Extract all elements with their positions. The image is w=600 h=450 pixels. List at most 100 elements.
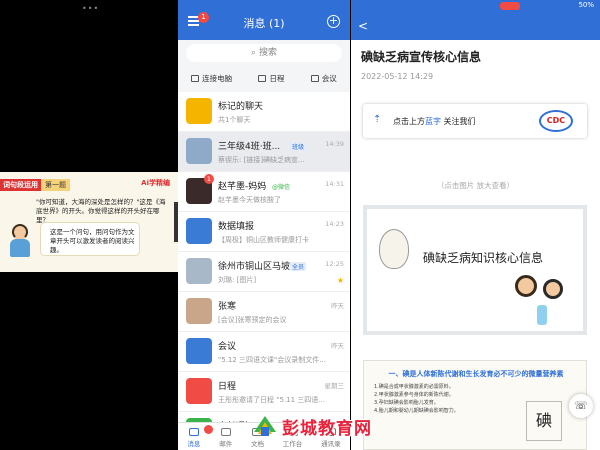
tab-label: 消息 bbox=[187, 440, 201, 448]
star-icon: ★ bbox=[336, 276, 344, 285]
chat-tag: @微信 bbox=[272, 184, 291, 191]
watermark-logo-icon bbox=[254, 416, 276, 436]
watermark-text: 彭城教育网 bbox=[282, 419, 372, 439]
chat-list: 标记的聊天 共1个聊天 三年级4班·班... 蔡锲乐: [链接]碘缺乏病宣... 14:… bbox=[178, 92, 350, 450]
tab-icon bbox=[220, 428, 231, 436]
lesson-header: 词句段运用 第一题 bbox=[0, 178, 70, 192]
chat-avatar bbox=[186, 138, 212, 164]
chat-row[interactable]: 标记的聊天共1个聊天 bbox=[178, 92, 350, 132]
chat-time: 昨天 bbox=[331, 302, 344, 310]
chat-preview: 【周极】铜山区教师健康打卡 bbox=[218, 236, 309, 244]
boy-illustration bbox=[543, 279, 563, 299]
click-hint: （点击图片 放大查看） bbox=[436, 181, 515, 190]
follow-text: 点击上方蓝字 关注我们 bbox=[393, 117, 476, 126]
chat-name: 会议 bbox=[218, 342, 237, 352]
tab-icon bbox=[188, 428, 199, 436]
messages-header: 1 消息 (1) + bbox=[178, 0, 350, 40]
messages-title: 消息 (1) bbox=[243, 17, 285, 30]
chat-time: 星期三 bbox=[324, 382, 345, 390]
messages-pane: 1 消息 (1) + ⌕ 搜索 连接电脑 日程 会议 标记的聊天 共1个聊天 三年级… bbox=[178, 0, 350, 450]
status-bar: 50% bbox=[351, 0, 600, 12]
chat-row[interactable]: 张寒 [会议]张寒预定的会议 昨天 bbox=[178, 292, 350, 332]
chat-name: 标记的聊天 bbox=[218, 102, 264, 112]
poster-image[interactable]: 碘缺乏病知识核心信息 bbox=[363, 205, 587, 335]
video-topbar: ••• bbox=[0, 0, 178, 14]
schedule-button[interactable]: 日程 bbox=[258, 73, 284, 84]
poster2-text: 1.碘是合成甲状腺激素的必需原料。 2.甲状腺激素参与身体的新陈代谢。 3.孕妇… bbox=[374, 384, 459, 414]
meeting-icon bbox=[310, 74, 319, 82]
poster2-title: 一、碘是人体新陈代谢和生长发育必不可少的微量营养素 bbox=[388, 370, 564, 378]
chat-avatar bbox=[186, 338, 212, 364]
chat-row[interactable]: 数据填报【周极】铜山区教师健康打卡 14:23 bbox=[178, 212, 350, 252]
chat-name: 日程 bbox=[218, 382, 237, 392]
chat-time: 14:23 bbox=[325, 220, 344, 228]
chat-tag: 班级 bbox=[290, 142, 307, 151]
chat-preview: 共1个聊天 bbox=[218, 116, 251, 124]
connect-pc-button[interactable]: 连接电脑 bbox=[191, 73, 232, 84]
tab-0[interactable]: 消息 bbox=[187, 428, 200, 448]
chat-time: 14:39 bbox=[325, 140, 344, 148]
follow-card[interactable]: ⇡ 点击上方蓝字 关注我们 CDC bbox=[363, 104, 587, 138]
article-date: 2022-05-12 14:29 bbox=[361, 72, 434, 81]
lesson-logo: Ai学精编 bbox=[141, 179, 170, 187]
chat-name: 赵芊墨-妈妈 bbox=[218, 182, 267, 192]
tab-1[interactable]: 邮件 bbox=[219, 428, 232, 448]
back-icon[interactable]: < bbox=[358, 19, 368, 33]
chat-preview: [会议]张寒预定的会议 bbox=[218, 316, 287, 324]
chat-avatar bbox=[186, 378, 212, 404]
cdc-logo: CDC bbox=[539, 110, 573, 132]
bottle-illustration bbox=[537, 305, 547, 325]
poster-image-2[interactable]: 一、碘是人体新陈代谢和生长发育必不可少的微量营养素 1.碘是合成甲状腺激素的必需… bbox=[363, 360, 587, 450]
chat-preview: 王彤彤邀请了日程 "5.11 三四语... bbox=[218, 396, 325, 404]
chat-avatar bbox=[186, 258, 212, 284]
chat-tag: 全员 bbox=[290, 262, 307, 271]
chat-avatar bbox=[186, 298, 212, 324]
lesson-sub: 第一题 bbox=[41, 179, 70, 191]
search-input[interactable]: ⌕ 搜索 bbox=[186, 44, 342, 62]
unread-badge: 1 bbox=[204, 174, 214, 184]
chat-preview: 刘璐: [图片] bbox=[218, 276, 257, 284]
lesson-tag: 词句段运用 bbox=[0, 179, 41, 191]
battery-level: 50% bbox=[578, 1, 594, 9]
quick-actions: 连接电脑 日程 会议 bbox=[178, 68, 350, 88]
poster-title: 碘缺乏病知识核心信息 bbox=[423, 251, 544, 265]
recording-indicator bbox=[500, 2, 520, 10]
chat-row[interactable]: 徐州市铜山区马坡... 刘璐: [图片] 12:25 全员 ★ bbox=[178, 252, 350, 292]
chat-preview: 赵芊墨今天做核酸了 bbox=[218, 196, 281, 204]
article-header: < bbox=[351, 12, 600, 40]
lesson-question: "你可知道，大海的深处是怎样的？"这是《海底世界》的开头。你觉得这样的开头好在哪… bbox=[36, 198, 166, 224]
chat-avatar bbox=[186, 218, 212, 244]
search-placeholder: 搜索 bbox=[258, 48, 277, 58]
chat-preview: 蔡锲乐: [链接]碘缺乏病宣... bbox=[218, 156, 305, 164]
chat-time: 昨天 bbox=[331, 342, 344, 350]
meeting-button[interactable]: 会议 bbox=[310, 73, 337, 84]
lesson-answer: 这是一个问句，用问句作为文章开头可以激发读者的阅读兴趣。 bbox=[50, 228, 135, 254]
article-pane: 50% < 碘缺乏病宣传核心信息 2022-05-12 14:29 ⇡ 点击上方… bbox=[351, 0, 600, 450]
girl-illustration bbox=[515, 275, 537, 297]
chat-preview: "5.12 三四语文课"会议录制文件... bbox=[218, 356, 326, 364]
more-dots-icon[interactable]: ••• bbox=[82, 4, 99, 13]
monitor-icon bbox=[191, 74, 200, 82]
chat-time: 14:31 bbox=[325, 180, 344, 188]
chat-time: 12:25 bbox=[325, 260, 344, 268]
video-pane: ••• 词句段运用 第一题 Ai学精编 "你可知道，大海的深处是怎样的？"这是《… bbox=[0, 0, 178, 450]
chat-row[interactable]: 赵芊墨-妈妈赵芊墨今天做核酸了 14:31 1 @微信 bbox=[178, 172, 350, 212]
tab-badge bbox=[204, 425, 213, 434]
article-title: 碘缺乏病宣传核心信息 bbox=[361, 50, 482, 64]
egg-mascot bbox=[379, 229, 409, 269]
phone-icon[interactable]: ☏ bbox=[569, 394, 593, 418]
chat-name: 数据填报 bbox=[218, 222, 255, 232]
watermark: 彭城教育网 bbox=[252, 410, 382, 440]
chat-row[interactable]: 日程王彤彤邀请了日程 "5.11 三四语... 星期三 bbox=[178, 372, 350, 412]
chat-row[interactable]: 三年级4班·班... 蔡锲乐: [链接]碘缺乏病宣... 14:39 班级 bbox=[178, 132, 350, 172]
add-icon[interactable]: + bbox=[327, 15, 340, 28]
lesson-video[interactable]: 词句段运用 第一题 Ai学精编 "你可知道，大海的深处是怎样的？"这是《海底世界… bbox=[0, 172, 178, 272]
chat-name: 张寒 bbox=[218, 302, 237, 312]
arrow-up-icon: ⇡ bbox=[373, 114, 382, 125]
screen: ••• 词句段运用 第一题 Ai学精编 "你可知道，大海的深处是怎样的？"这是《… bbox=[0, 0, 600, 450]
tab-label: 邮件 bbox=[219, 440, 233, 448]
calendar-icon bbox=[258, 74, 267, 82]
chat-row[interactable]: 会议 "5.12 三四语文课"会议录制文件... 昨天 bbox=[178, 332, 350, 372]
chat-avatar bbox=[186, 98, 212, 124]
kid-illustration bbox=[8, 224, 32, 258]
